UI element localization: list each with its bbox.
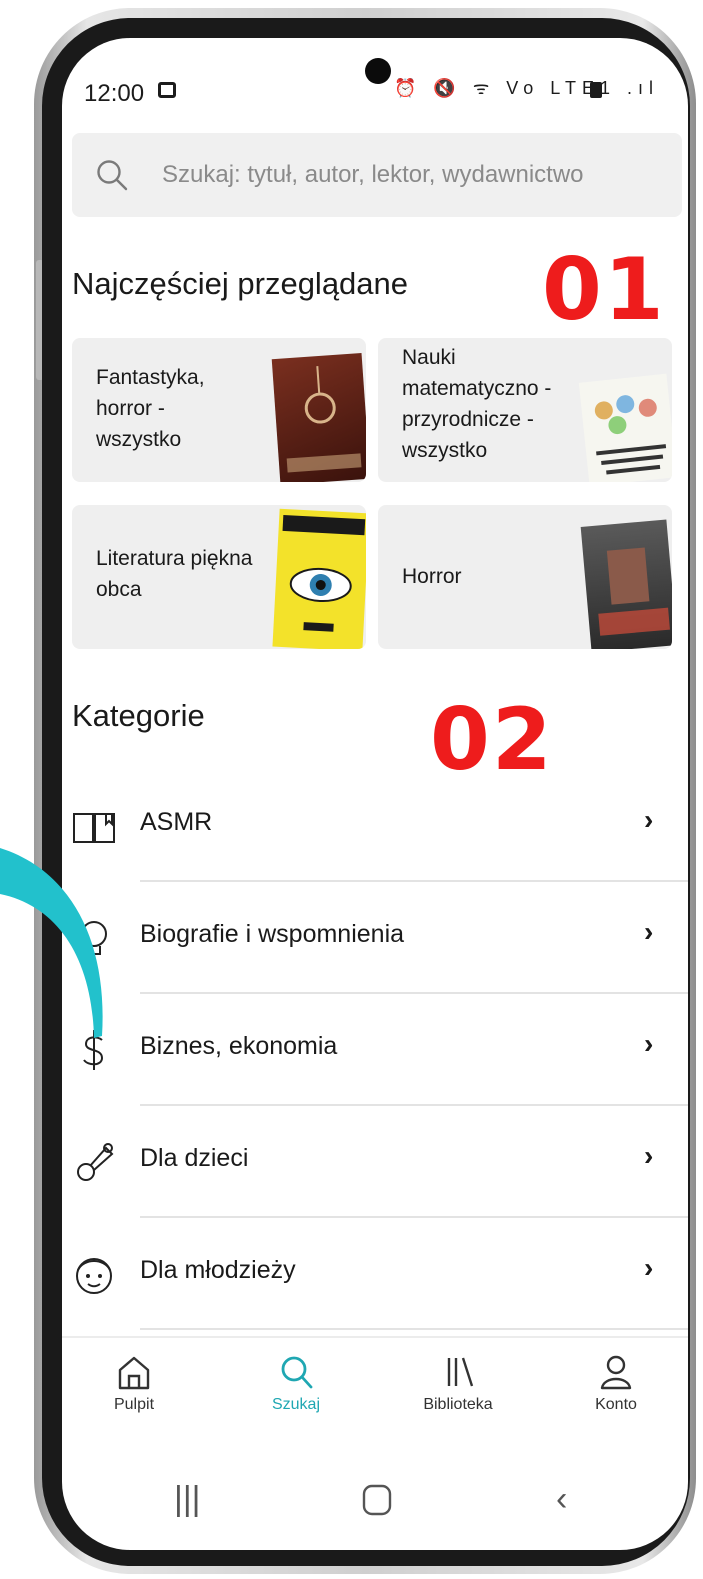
category-label: Biografie i wspomnienia bbox=[140, 920, 405, 948]
tile-label: Horror bbox=[402, 565, 462, 588]
category-kids[interactable]: Dla dzieci › bbox=[62, 1106, 688, 1218]
book-cover-image bbox=[271, 353, 366, 482]
tile-horror[interactable]: Horror bbox=[378, 505, 672, 649]
status-icons: ⏰ 🔇 ᯤ Vo LTE1 .ıl bbox=[394, 78, 659, 98]
tile-science[interactable]: Nauki matematyczno -przyrodnicze - wszys… bbox=[378, 338, 672, 482]
bottom-navigation: Pulpit Szukaj Biblioteka Konto bbox=[62, 1336, 688, 1468]
nav-konto[interactable]: Konto bbox=[556, 1352, 676, 1442]
tile-foreign-literature[interactable]: Literatura piękna obca bbox=[72, 505, 366, 649]
book-cover-image bbox=[578, 373, 672, 482]
home-icon bbox=[118, 1356, 150, 1390]
chevron-right-icon: › bbox=[644, 804, 654, 835]
nav-label: Konto bbox=[595, 1396, 637, 1413]
tile-label: Fantastyka, horror - wszystko bbox=[96, 366, 205, 451]
tile-label: Literatura piękna obca bbox=[96, 547, 253, 601]
chevron-right-icon: › bbox=[644, 1028, 654, 1059]
nav-label: Szukaj bbox=[271, 1396, 321, 1413]
category-label: Dla dzieci bbox=[140, 1144, 249, 1172]
nav-label: Pulpit bbox=[113, 1396, 155, 1413]
gallery-notification-icon bbox=[158, 82, 176, 98]
divider bbox=[140, 1328, 688, 1330]
annotation-label-01: 01 bbox=[542, 240, 666, 340]
category-label: ASMR bbox=[140, 808, 213, 836]
search-input[interactable]: Szukaj: tytuł, autor, lektor, wydawnictw… bbox=[72, 133, 682, 217]
nav-label: Biblioteka bbox=[423, 1396, 493, 1413]
status-time: 12:00 bbox=[84, 80, 145, 107]
toy-icon bbox=[77, 1143, 114, 1181]
teal-arc-decoration bbox=[0, 848, 103, 1038]
search-icon bbox=[281, 1356, 313, 1389]
front-camera bbox=[365, 58, 391, 84]
nav-szukaj[interactable]: Szukaj bbox=[236, 1352, 356, 1442]
teen-face-icon bbox=[76, 1258, 112, 1294]
category-biographies[interactable]: Biografie i wspomnienia › bbox=[62, 882, 688, 994]
recent-apps-button[interactable]: ||| bbox=[174, 1480, 201, 1519]
chevron-right-icon: › bbox=[644, 916, 654, 947]
status-bar: 12:00 ⏰ 🔇 ᯤ Vo LTE1 .ıl bbox=[62, 38, 688, 138]
most-viewed-title: Najczęściej przeglądane bbox=[72, 266, 409, 301]
system-navigation-bar: ||| ‹ bbox=[62, 1466, 688, 1550]
book-cover-image bbox=[272, 508, 366, 649]
category-business[interactable]: Biznes, ekonomia › bbox=[62, 994, 688, 1106]
battery-icon bbox=[590, 82, 602, 98]
chevron-right-icon: › bbox=[644, 1252, 654, 1283]
search-placeholder: Szukaj: tytuł, autor, lektor, wydawnictw… bbox=[162, 161, 584, 188]
tile-label: Nauki matematyczno -przyrodnicze - wszys… bbox=[402, 346, 552, 462]
account-icon bbox=[600, 1355, 632, 1390]
categories-title: Kategorie bbox=[72, 698, 205, 733]
back-button[interactable]: ‹ bbox=[556, 1480, 567, 1519]
home-button[interactable] bbox=[362, 1484, 392, 1525]
library-icon bbox=[447, 1357, 474, 1387]
nav-pulpit[interactable]: Pulpit bbox=[74, 1352, 194, 1442]
category-asmr[interactable]: ASMR › bbox=[62, 770, 688, 882]
nav-biblioteka[interactable]: Biblioteka bbox=[398, 1352, 518, 1442]
annotation-label-02: 02 bbox=[430, 690, 554, 790]
category-teens[interactable]: Dla młodzieży › bbox=[62, 1218, 688, 1330]
tile-fantasy-horror[interactable]: Fantastyka, horror - wszystko bbox=[72, 338, 366, 482]
home-outline-icon bbox=[362, 1484, 392, 1516]
book-cover-image bbox=[580, 519, 672, 649]
search-icon bbox=[97, 160, 128, 191]
category-label: Biznes, ekonomia bbox=[140, 1032, 338, 1060]
chevron-right-icon: › bbox=[644, 1140, 654, 1171]
category-label: Dla młodzieży bbox=[140, 1256, 296, 1284]
